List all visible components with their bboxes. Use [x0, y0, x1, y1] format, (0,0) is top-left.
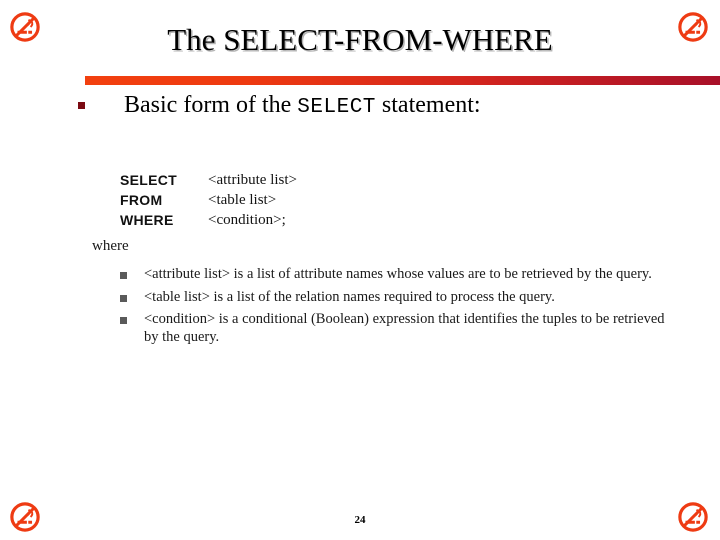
- definition-table-list: <table list> is a list of the relation n…: [144, 288, 555, 305]
- syntax-argument-table-list: <table list>: [208, 192, 277, 208]
- list-item: <attribute list> is a list of attribute …: [120, 266, 666, 284]
- syntax-row-from: FROM <table list>: [120, 190, 297, 210]
- sub-bullet-square-icon: [120, 294, 127, 302]
- syntax-argument-condition: <condition>;: [208, 212, 286, 228]
- syntax-row-where: WHERE <condition>;: [120, 210, 297, 230]
- no-smoking-icon: [10, 12, 40, 42]
- sql-syntax-block: SELECT <attribute list> FROM <table list…: [120, 170, 297, 230]
- syntax-row-select: SELECT <attribute list>: [120, 170, 297, 190]
- syntax-argument-attribute-list: <attribute list>: [208, 172, 297, 188]
- syntax-keyword-where: WHERE: [120, 212, 174, 228]
- lead-bullet-text: Basic form of the SELECT statement:: [124, 90, 481, 123]
- lead-bullet-suffix: statement:: [375, 92, 481, 118]
- list-item: <table list> is a list of the relation n…: [120, 289, 666, 307]
- definition-list: <attribute list> is a list of attribute …: [120, 266, 666, 351]
- syntax-keyword-from: FROM: [120, 192, 163, 208]
- list-item: <condition> is a conditional (Boolean) e…: [120, 311, 666, 346]
- definition-attribute-list: <attribute list> is a list of attribute …: [144, 266, 652, 282]
- page-number: 24: [354, 514, 366, 526]
- title-divider-bar: [85, 76, 720, 85]
- lead-bullet-row: Basic form of the SELECT statement:: [78, 90, 698, 123]
- no-smoking-icon: [678, 12, 708, 42]
- syntax-keyword-select: SELECT: [120, 172, 178, 188]
- bullet-square-icon: [78, 102, 85, 109]
- lead-bullet-keyword: SELECT: [297, 96, 376, 119]
- sub-bullet-square-icon: [120, 272, 127, 279]
- lead-bullet-prefix: Basic form of the: [124, 92, 298, 118]
- definition-condition: <condition> is a conditional (Boolean) e…: [144, 311, 665, 345]
- where-label: where: [92, 238, 129, 254]
- sub-bullet-square-icon: [120, 317, 127, 324]
- page-title: The SELECT-FROM-WHERE: [167, 22, 553, 57]
